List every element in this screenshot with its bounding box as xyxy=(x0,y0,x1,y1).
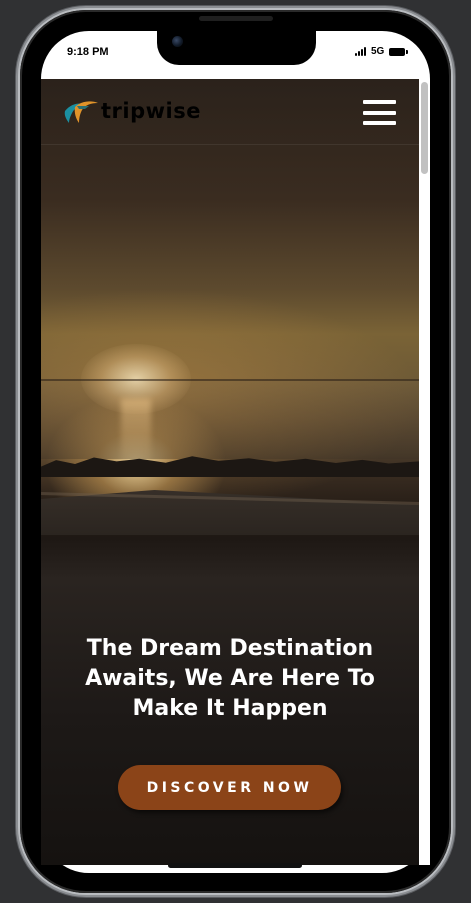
battery-icon xyxy=(389,47,409,56)
brand-logo[interactable]: tripwise xyxy=(63,97,201,125)
tripwise-logo-icon xyxy=(64,101,98,123)
scrollbar-thumb[interactable] xyxy=(421,82,428,174)
signal-bars-icon xyxy=(355,47,366,56)
hamburger-menu-icon[interactable] xyxy=(363,100,396,125)
status-indicators: 5G xyxy=(355,46,409,57)
home-indicator[interactable] xyxy=(168,863,302,868)
menu-bar xyxy=(363,110,396,115)
hero-title: The Dream Destination Awaits, We Are Her… xyxy=(85,635,375,721)
power-button xyxy=(452,272,456,378)
site-header: tripwise xyxy=(41,79,419,145)
scrollbar-track[interactable] xyxy=(419,79,430,865)
menu-bar xyxy=(363,100,396,104)
web-page: tripwise The Dream Destination Awaits, W… xyxy=(41,79,419,865)
discover-now-button[interactable]: DISCOVER NOW xyxy=(118,765,341,810)
mute-switch xyxy=(15,186,19,220)
network-type: 5G xyxy=(371,46,385,57)
device-mockup: 9:18 PM 5G tripwise The Dream Destinatio… xyxy=(0,0,471,903)
brand-name: tripwise xyxy=(101,98,201,123)
notch xyxy=(157,27,316,65)
volume-up-button xyxy=(15,252,19,316)
earpiece-speaker xyxy=(199,16,273,21)
volume-down-button xyxy=(15,336,19,400)
horizon-line xyxy=(41,379,419,381)
sun-reflection xyxy=(121,399,151,469)
front-camera-icon xyxy=(172,36,183,47)
menu-bar xyxy=(363,121,396,125)
status-time: 9:18 PM xyxy=(67,46,109,58)
